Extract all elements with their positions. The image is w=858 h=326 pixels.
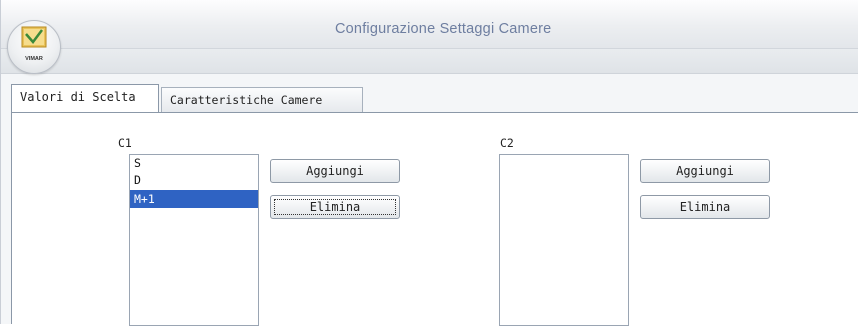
title-bar: Configurazione Settaggi Camere [1, 0, 858, 49]
tab-valori-di-scelta[interactable]: Valori di Scelta [11, 84, 159, 112]
list-item[interactable]: S [130, 155, 258, 172]
list-item[interactable]: D [130, 172, 258, 189]
list-item-selected[interactable]: M+1 [130, 190, 258, 208]
tab-bar: Valori di Scelta Caratteristiche Camere [1, 74, 858, 114]
application-menu-button[interactable]: VIMAR [7, 20, 61, 74]
ribbon-strip [1, 49, 858, 74]
delete-button-c1[interactable]: Elimina [270, 195, 400, 219]
tab-content-panel: C1 S D M+1 Aggiungi Elimina C2 Aggiungi … [11, 112, 858, 326]
delete-button-c2[interactable]: Elimina [640, 195, 770, 219]
app-window: Configurazione Settaggi Camere VIMAR Val… [0, 0, 858, 326]
group-label-c1: C1 [118, 136, 132, 150]
add-button-c1[interactable]: Aggiungi [270, 159, 400, 183]
window-title: Configurazione Settaggi Camere [335, 21, 552, 37]
group-label-c2: C2 [500, 136, 514, 150]
listbox-c2[interactable] [499, 154, 629, 326]
logo-text: VIMAR [25, 56, 43, 62]
listbox-c1[interactable]: S D M+1 [129, 154, 259, 326]
add-button-c2[interactable]: Aggiungi [640, 159, 770, 183]
vimar-logo-icon [21, 26, 47, 48]
tab-caratteristiche-camere[interactable]: Caratteristiche Camere [161, 87, 363, 112]
